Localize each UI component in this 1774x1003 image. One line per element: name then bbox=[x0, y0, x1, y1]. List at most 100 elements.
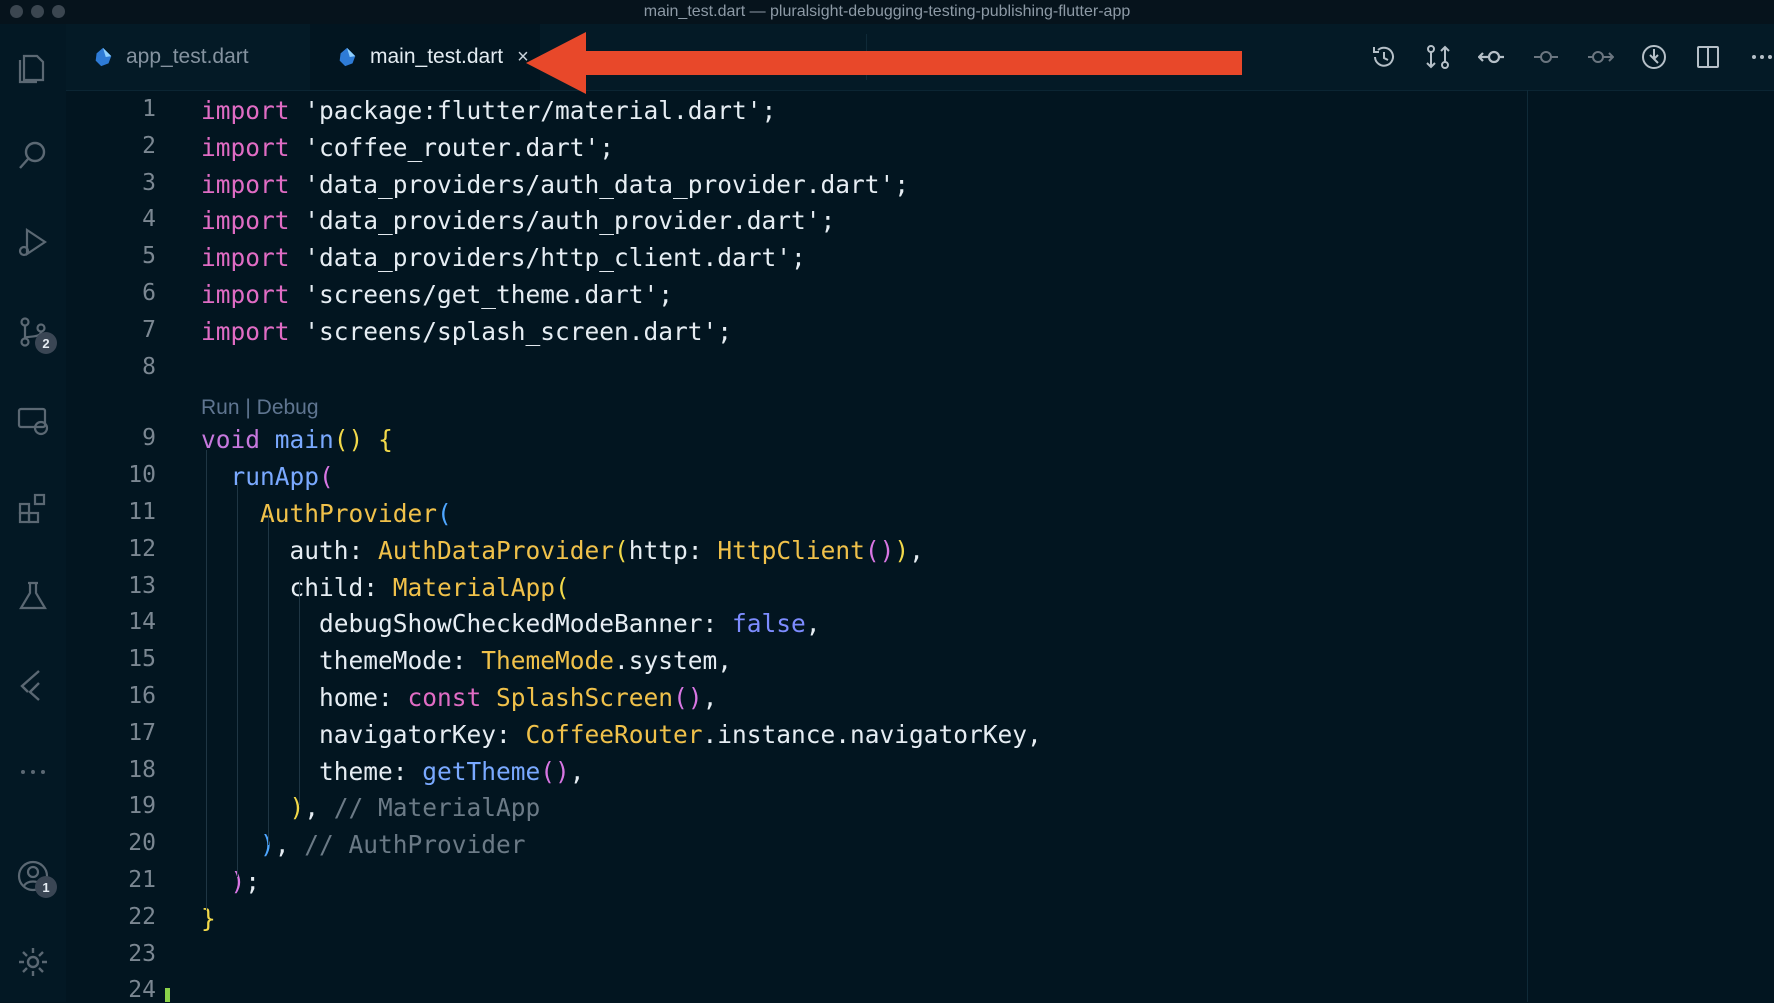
line-number: 13 bbox=[128, 572, 156, 599]
code-token: import bbox=[201, 206, 290, 236]
code-line[interactable]: } bbox=[201, 904, 216, 933]
code-token: () bbox=[673, 683, 703, 712]
code-line[interactable]: runApp( bbox=[201, 462, 334, 491]
tab-app-test[interactable]: app_test.dart bbox=[66, 24, 310, 90]
window-controls[interactable] bbox=[10, 5, 65, 18]
run-debug-icon[interactable] bbox=[11, 220, 55, 264]
split-editor-icon[interactable] bbox=[1688, 37, 1728, 77]
source-control-badge: 2 bbox=[35, 332, 57, 354]
line-number: 6 bbox=[142, 280, 156, 306]
code-token: .system, bbox=[614, 646, 733, 676]
more-icon[interactable] bbox=[11, 750, 55, 794]
code-token: ) bbox=[289, 793, 305, 823]
code-line[interactable]: AuthProvider( bbox=[201, 499, 452, 528]
code-token: auth: bbox=[201, 535, 379, 565]
codelens-run-debug[interactable]: Run | Debug bbox=[201, 396, 319, 420]
code-line[interactable]: ), // MaterialApp bbox=[201, 793, 541, 823]
annotation-arrow bbox=[526, 32, 1242, 94]
line-number: 7 bbox=[142, 316, 156, 343]
line-number: 2 bbox=[142, 132, 156, 159]
tab-main-test[interactable]: main_test.dart × bbox=[310, 24, 540, 90]
line-number: 15 bbox=[128, 646, 156, 673]
code-token: ; bbox=[245, 867, 261, 896]
code-token: http: bbox=[628, 535, 718, 565]
code-line[interactable]: debugShowCheckedModeBanner: false, bbox=[201, 609, 821, 638]
code-line[interactable]: import 'data_providers/auth_data_provide… bbox=[201, 170, 909, 199]
more-actions-icon[interactable] bbox=[1742, 37, 1774, 77]
code-token: { bbox=[378, 425, 393, 455]
zoom-window-button[interactable] bbox=[52, 5, 65, 18]
code-token: () bbox=[864, 535, 895, 565]
code-line[interactable]: import 'data_providers/http_client.dart'… bbox=[201, 243, 806, 272]
code-token: const bbox=[407, 683, 482, 712]
minimap-border bbox=[1527, 90, 1528, 1002]
code-line[interactable]: ), // AuthProvider bbox=[201, 830, 526, 859]
code-token: HttpClient bbox=[717, 535, 865, 565]
code-token: 'coffee_router.dart'; bbox=[289, 132, 615, 162]
code-line[interactable]: ); bbox=[201, 867, 261, 896]
code-token: , bbox=[909, 535, 924, 565]
code-editor[interactable]: 1 2 3 4 5 6 7 8 9 10 11 12 13 14 15 16 17 18 19 20 21 22 23 24 … bbox=[66, 90, 1774, 1003]
code-line[interactable]: import 'package:flutter/material.dart'; bbox=[201, 96, 776, 125]
remote-explorer-icon[interactable] bbox=[11, 398, 55, 442]
text-cursor bbox=[165, 988, 170, 1002]
code-token: AuthProvider bbox=[260, 499, 438, 528]
accounts-icon[interactable]: 1 bbox=[11, 854, 57, 898]
testing-icon[interactable] bbox=[11, 574, 55, 618]
open-changes-icon[interactable] bbox=[1634, 37, 1674, 77]
indent-guide bbox=[299, 580, 300, 805]
code-line[interactable]: import 'screens/get_theme.dart'; bbox=[201, 280, 673, 309]
code-token: 'screens/get_theme.dart'; bbox=[289, 280, 674, 309]
line-number: 9 bbox=[142, 425, 156, 452]
code-token: import bbox=[201, 316, 290, 346]
timeline-icon[interactable] bbox=[1364, 37, 1404, 77]
minimize-window-button[interactable] bbox=[31, 5, 44, 18]
tab-label: app_test.dart bbox=[126, 45, 249, 68]
next-change-icon[interactable] bbox=[1580, 37, 1620, 77]
extensions-icon[interactable] bbox=[11, 486, 55, 530]
code-token: debugShowCheckedModeBanner: bbox=[201, 609, 733, 639]
close-window-button[interactable] bbox=[10, 5, 23, 18]
code-line[interactable]: navigatorKey: CoffeeRouter.instance.navi… bbox=[201, 720, 1042, 749]
code-token: import bbox=[201, 280, 290, 309]
flutter-icon[interactable] bbox=[11, 662, 55, 706]
code-token: 'package:flutter/material.dart'; bbox=[289, 96, 777, 125]
line-number: 22 bbox=[128, 903, 156, 930]
commit-icon[interactable] bbox=[1526, 37, 1566, 77]
code-line[interactable]: themeMode: ThemeMode.system, bbox=[201, 646, 732, 675]
code-token: () bbox=[333, 425, 364, 455]
code-line[interactable]: import 'coffee_router.dart'; bbox=[201, 133, 614, 162]
code-token: import bbox=[201, 169, 290, 199]
code-token: import bbox=[201, 132, 290, 162]
code-line[interactable]: home: const SplashScreen(), bbox=[201, 683, 717, 712]
code-token: ( bbox=[555, 572, 570, 602]
code-token: 'data_providers/auth_provider.dart'; bbox=[289, 206, 836, 236]
line-number: 1 bbox=[142, 96, 156, 122]
code-line[interactable]: theme: getTheme(), bbox=[201, 757, 585, 786]
line-number: 10 bbox=[128, 462, 156, 489]
code-token: , bbox=[274, 830, 305, 860]
code-token: MaterialApp bbox=[392, 572, 556, 602]
code-token: 'screens/splash_screen.dart'; bbox=[289, 316, 733, 346]
previous-change-icon[interactable] bbox=[1472, 37, 1512, 77]
explorer-icon[interactable] bbox=[11, 46, 55, 90]
line-number: 19 bbox=[128, 793, 156, 820]
code-line[interactable]: import 'data_providers/auth_provider.dar… bbox=[201, 206, 835, 235]
line-number: 14 bbox=[128, 609, 156, 636]
code-token: getTheme bbox=[422, 756, 541, 786]
code-token: false bbox=[732, 609, 806, 639]
code-token: AuthDataProvider bbox=[378, 535, 615, 565]
settings-icon[interactable] bbox=[11, 940, 55, 984]
line-number: 4 bbox=[142, 206, 156, 233]
code-line[interactable]: child: MaterialApp( bbox=[201, 573, 570, 602]
source-control-icon[interactable]: 2 bbox=[11, 310, 57, 354]
code-token: ( bbox=[319, 462, 334, 492]
compare-changes-icon[interactable] bbox=[1418, 37, 1458, 77]
code-line[interactable]: import 'screens/splash_screen.dart'; bbox=[201, 317, 732, 346]
code-line[interactable]: void main() { bbox=[201, 425, 393, 454]
code-line[interactable]: auth: AuthDataProvider(http: HttpClient(… bbox=[201, 536, 924, 565]
search-icon[interactable] bbox=[11, 134, 55, 178]
code-token: main bbox=[274, 425, 334, 455]
